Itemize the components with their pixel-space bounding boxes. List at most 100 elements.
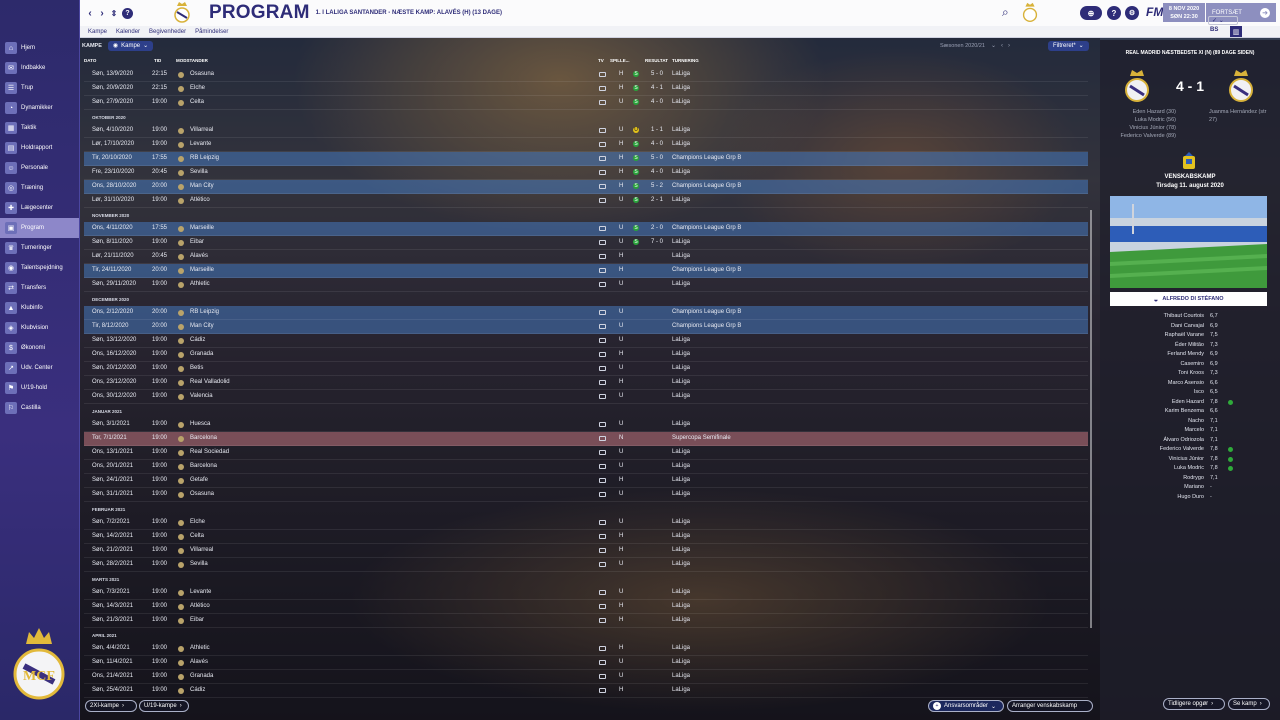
player-row[interactable]: Karim Benzema 6,6 — [1110, 407, 1270, 417]
globe-icon[interactable]: ⊕ — [1080, 6, 1102, 20]
opponent-name[interactable]: Man City — [190, 183, 214, 189]
table-row[interactable]: Ons, 23/12/2020 19:00 Real Valladolid H LaLi… — [84, 376, 1088, 390]
col-tv[interactable]: TV — [598, 58, 604, 63]
sidebar-item-hjem[interactable]: ⌂ Hjem — [0, 38, 79, 58]
player-row[interactable]: Isco 6,5 — [1110, 388, 1270, 398]
season-dropdown-icon[interactable]: ⌄ ‹ › — [991, 42, 1010, 49]
table-row[interactable]: Ons, 2/12/2020 20:00 RB Leipzig U Champions … — [84, 306, 1088, 320]
sidebar-item-personale[interactable]: ☺ Personale — [0, 158, 79, 178]
player-row[interactable]: Álvaro Odriozola 7,1 — [1110, 436, 1270, 446]
table-row[interactable]: Søn, 25/4/2021 19:00 Cádiz H LaLiga — [84, 684, 1088, 698]
sidebar-item-taktik[interactable]: ▦ Taktik — [0, 118, 79, 138]
second-xi-matches-button[interactable]: 2XI-kampe › — [85, 700, 137, 712]
help-icon[interactable]: ? — [122, 7, 133, 19]
player-row[interactable]: Toni Kroos 7,3 — [1110, 369, 1270, 379]
opponent-name[interactable]: Marseille — [190, 225, 214, 231]
table-row[interactable]: Søn, 13/12/2020 19:00 Cádiz U LaLiga — [84, 334, 1088, 348]
table-row[interactable]: Søn, 11/4/2021 19:00 Alavés U LaLiga — [84, 656, 1088, 670]
table-row[interactable]: Søn, 8/11/2020 19:00 Eibar U S 7 - 0 LaLiga — [84, 236, 1088, 250]
sidebar-item-træning[interactable]: ◎ Træning — [0, 178, 79, 198]
opponent-name[interactable]: Osasuna — [190, 491, 214, 497]
stadium-name-bar[interactable]: ◒ ALFREDO DI STÉFANO — [1110, 292, 1267, 306]
opponent-name[interactable]: Huesca — [190, 421, 210, 427]
opponent-name[interactable]: Sevilla — [190, 169, 208, 175]
opponent-name[interactable]: Villarreal — [190, 547, 213, 553]
opponent-name[interactable]: Osasuna — [190, 71, 214, 77]
responsibilities-button[interactable]: + Ansvarsområder ⌄ — [928, 700, 1004, 712]
player-row[interactable]: Eden Hazard 7,8 — [1110, 398, 1270, 408]
previous-meetings-button[interactable]: Tidligere opgør › — [1163, 698, 1225, 710]
opponent-name[interactable]: Marseille — [190, 267, 214, 273]
table-row[interactable]: Søn, 7/2/2021 19:00 Elche U LaLiga — [84, 516, 1088, 530]
opponent-name[interactable]: Cádiz — [190, 337, 205, 343]
kampe-dropdown[interactable]: ◉ Kampe ⌄ — [107, 40, 154, 51]
table-row[interactable]: Ons, 16/12/2020 19:00 Granada H LaLiga — [84, 348, 1088, 362]
tab-begivenheder[interactable]: Begivenheder — [149, 29, 186, 35]
player-row[interactable]: Éder Militão 7,3 — [1110, 341, 1270, 351]
player-row[interactable]: Rodrygo 7,1 — [1110, 474, 1270, 484]
sidebar-item-turneringer[interactable]: ♛ Turneringer — [0, 238, 79, 258]
table-row[interactable]: Søn, 14/2/2021 19:00 Celta H LaLiga — [84, 530, 1088, 544]
table-row[interactable]: Lør, 31/10/2020 19:00 Atlético U S 2 - 1 LaLig… — [84, 194, 1088, 208]
table-row[interactable]: Søn, 3/1/2021 19:00 Huesca U LaLiga — [84, 418, 1088, 432]
updown-icon[interactable]: ⇕ — [108, 6, 120, 20]
sidebar-item-u-19-hold[interactable]: ⚑ U/19-hold — [0, 378, 79, 398]
table-row[interactable]: Søn, 4/10/2020 19:00 Villarreal U U 1 - 1 LaLi… — [84, 124, 1088, 138]
opponent-name[interactable]: Atlético — [190, 603, 210, 609]
opponent-name[interactable]: Real Valladolid — [190, 379, 230, 385]
scrollbar[interactable] — [1090, 210, 1092, 628]
player-row[interactable]: Marcelo 7,1 — [1110, 426, 1270, 436]
settings-icon[interactable]: ⚙ — [1125, 6, 1139, 20]
fm-menu-button[interactable]: FM — [1146, 5, 1163, 19]
view-options-button[interactable]: ✓ ⌄ — [1208, 16, 1238, 25]
table-row[interactable]: Tor, 7/1/2021 19:00 Barcelona N Supercopa Se… — [84, 432, 1088, 446]
opponent-name[interactable]: RB Leipzig — [190, 309, 219, 315]
table-row[interactable]: Søn, 31/1/2021 19:00 Osasuna U LaLiga — [84, 488, 1088, 502]
player-row[interactable]: Thibaut Courtois 6,7 — [1110, 312, 1270, 322]
game-date[interactable]: 8 NOV 2020 SØN 22:30 — [1163, 3, 1205, 22]
table-row[interactable]: Ons, 28/10/2020 20:00 Man City H S 5 - 2 Champ… — [84, 180, 1088, 194]
opponent-name[interactable]: Granada — [190, 673, 213, 679]
table-row[interactable]: Ons, 4/11/2020 17:55 Marseille U S 2 - 0 Champ… — [84, 222, 1088, 236]
table-row[interactable]: Søn, 24/1/2021 19:00 Getafe H LaLiga — [84, 474, 1088, 488]
table-row[interactable]: Ons, 21/4/2021 19:00 Granada U LaLiga — [84, 670, 1088, 684]
col-venue[interactable]: SPILLE... — [610, 58, 630, 63]
back-arrow-icon[interactable]: ‹ — [84, 6, 96, 20]
col-date[interactable]: DATO — [84, 58, 96, 63]
table-row[interactable]: Søn, 20/12/2020 19:00 Betis U LaLiga — [84, 362, 1088, 376]
sidebar-item-talentspejdning[interactable]: ◉ Talentspejdning — [0, 258, 79, 278]
arrange-friendly-button[interactable]: Arranger venskabskamp — [1007, 700, 1093, 712]
sidebar-item-transfers[interactable]: ⇄ Transfers — [0, 278, 79, 298]
opponent-name[interactable]: Sevilla — [190, 561, 208, 567]
watch-match-button[interactable]: Se kamp › — [1228, 698, 1270, 710]
opponent-name[interactable]: Elche — [190, 85, 205, 91]
table-row[interactable]: Søn, 13/9/2020 22:15 Osasuna H S 5 - 0 LaLiga — [84, 68, 1088, 82]
sidebar-item-lægecenter[interactable]: ✚ Lægecenter — [0, 198, 79, 218]
sidebar-item-klubinfo[interactable]: ▲ Klubinfo — [0, 298, 79, 318]
opponent-name[interactable]: Levante — [190, 589, 211, 595]
opponent-name[interactable]: Elche — [190, 519, 205, 525]
player-row[interactable]: Nacho 7,1 — [1110, 417, 1270, 427]
table-row[interactable]: Søn, 4/4/2021 19:00 Athletic H LaLiga — [84, 642, 1088, 656]
table-row[interactable]: Tir, 8/12/2020 20:00 Man City U Champions Le… — [84, 320, 1088, 334]
table-row[interactable]: Ons, 30/12/2020 19:00 Valencia U LaLiga — [84, 390, 1088, 404]
player-row[interactable]: Vinicius Júnior 7,8 — [1110, 455, 1270, 465]
player-row[interactable]: Hugo Duro - — [1110, 493, 1270, 503]
opponent-name[interactable]: Real Sociedad — [190, 449, 229, 455]
tab-kalender[interactable]: Kalender — [116, 29, 140, 35]
col-time[interactable]: TID — [154, 58, 161, 63]
col-opponent[interactable]: MODSTANDER — [176, 58, 208, 63]
opponent-name[interactable]: Celta — [190, 99, 204, 105]
sidebar-item-dynamikker[interactable]: ◔ Dynamikker — [0, 98, 79, 118]
u19-matches-button[interactable]: U/19-kampe › — [139, 700, 189, 712]
opponent-name[interactable]: Villarreal — [190, 127, 213, 133]
player-row[interactable]: Federico Valverde 7,8 — [1110, 445, 1270, 455]
table-row[interactable]: Søn, 27/9/2020 19:00 Celta U S 4 - 0 LaLiga — [84, 96, 1088, 110]
table-row[interactable]: Lør, 17/10/2020 19:00 Levante H S 4 - 0 LaLiga — [84, 138, 1088, 152]
sidebar-item-holdrapport[interactable]: ▤ Holdrapport — [0, 138, 79, 158]
table-row[interactable]: Tir, 20/10/2020 17:55 RB Leipzig H S 5 - 0 Cha… — [84, 152, 1088, 166]
opponent-name[interactable]: Celta — [190, 533, 204, 539]
player-row[interactable]: Mariano - — [1110, 483, 1270, 493]
forward-arrow-icon[interactable]: › — [96, 6, 108, 20]
table-row[interactable]: Søn, 28/2/2021 19:00 Sevilla U LaLiga — [84, 558, 1088, 572]
